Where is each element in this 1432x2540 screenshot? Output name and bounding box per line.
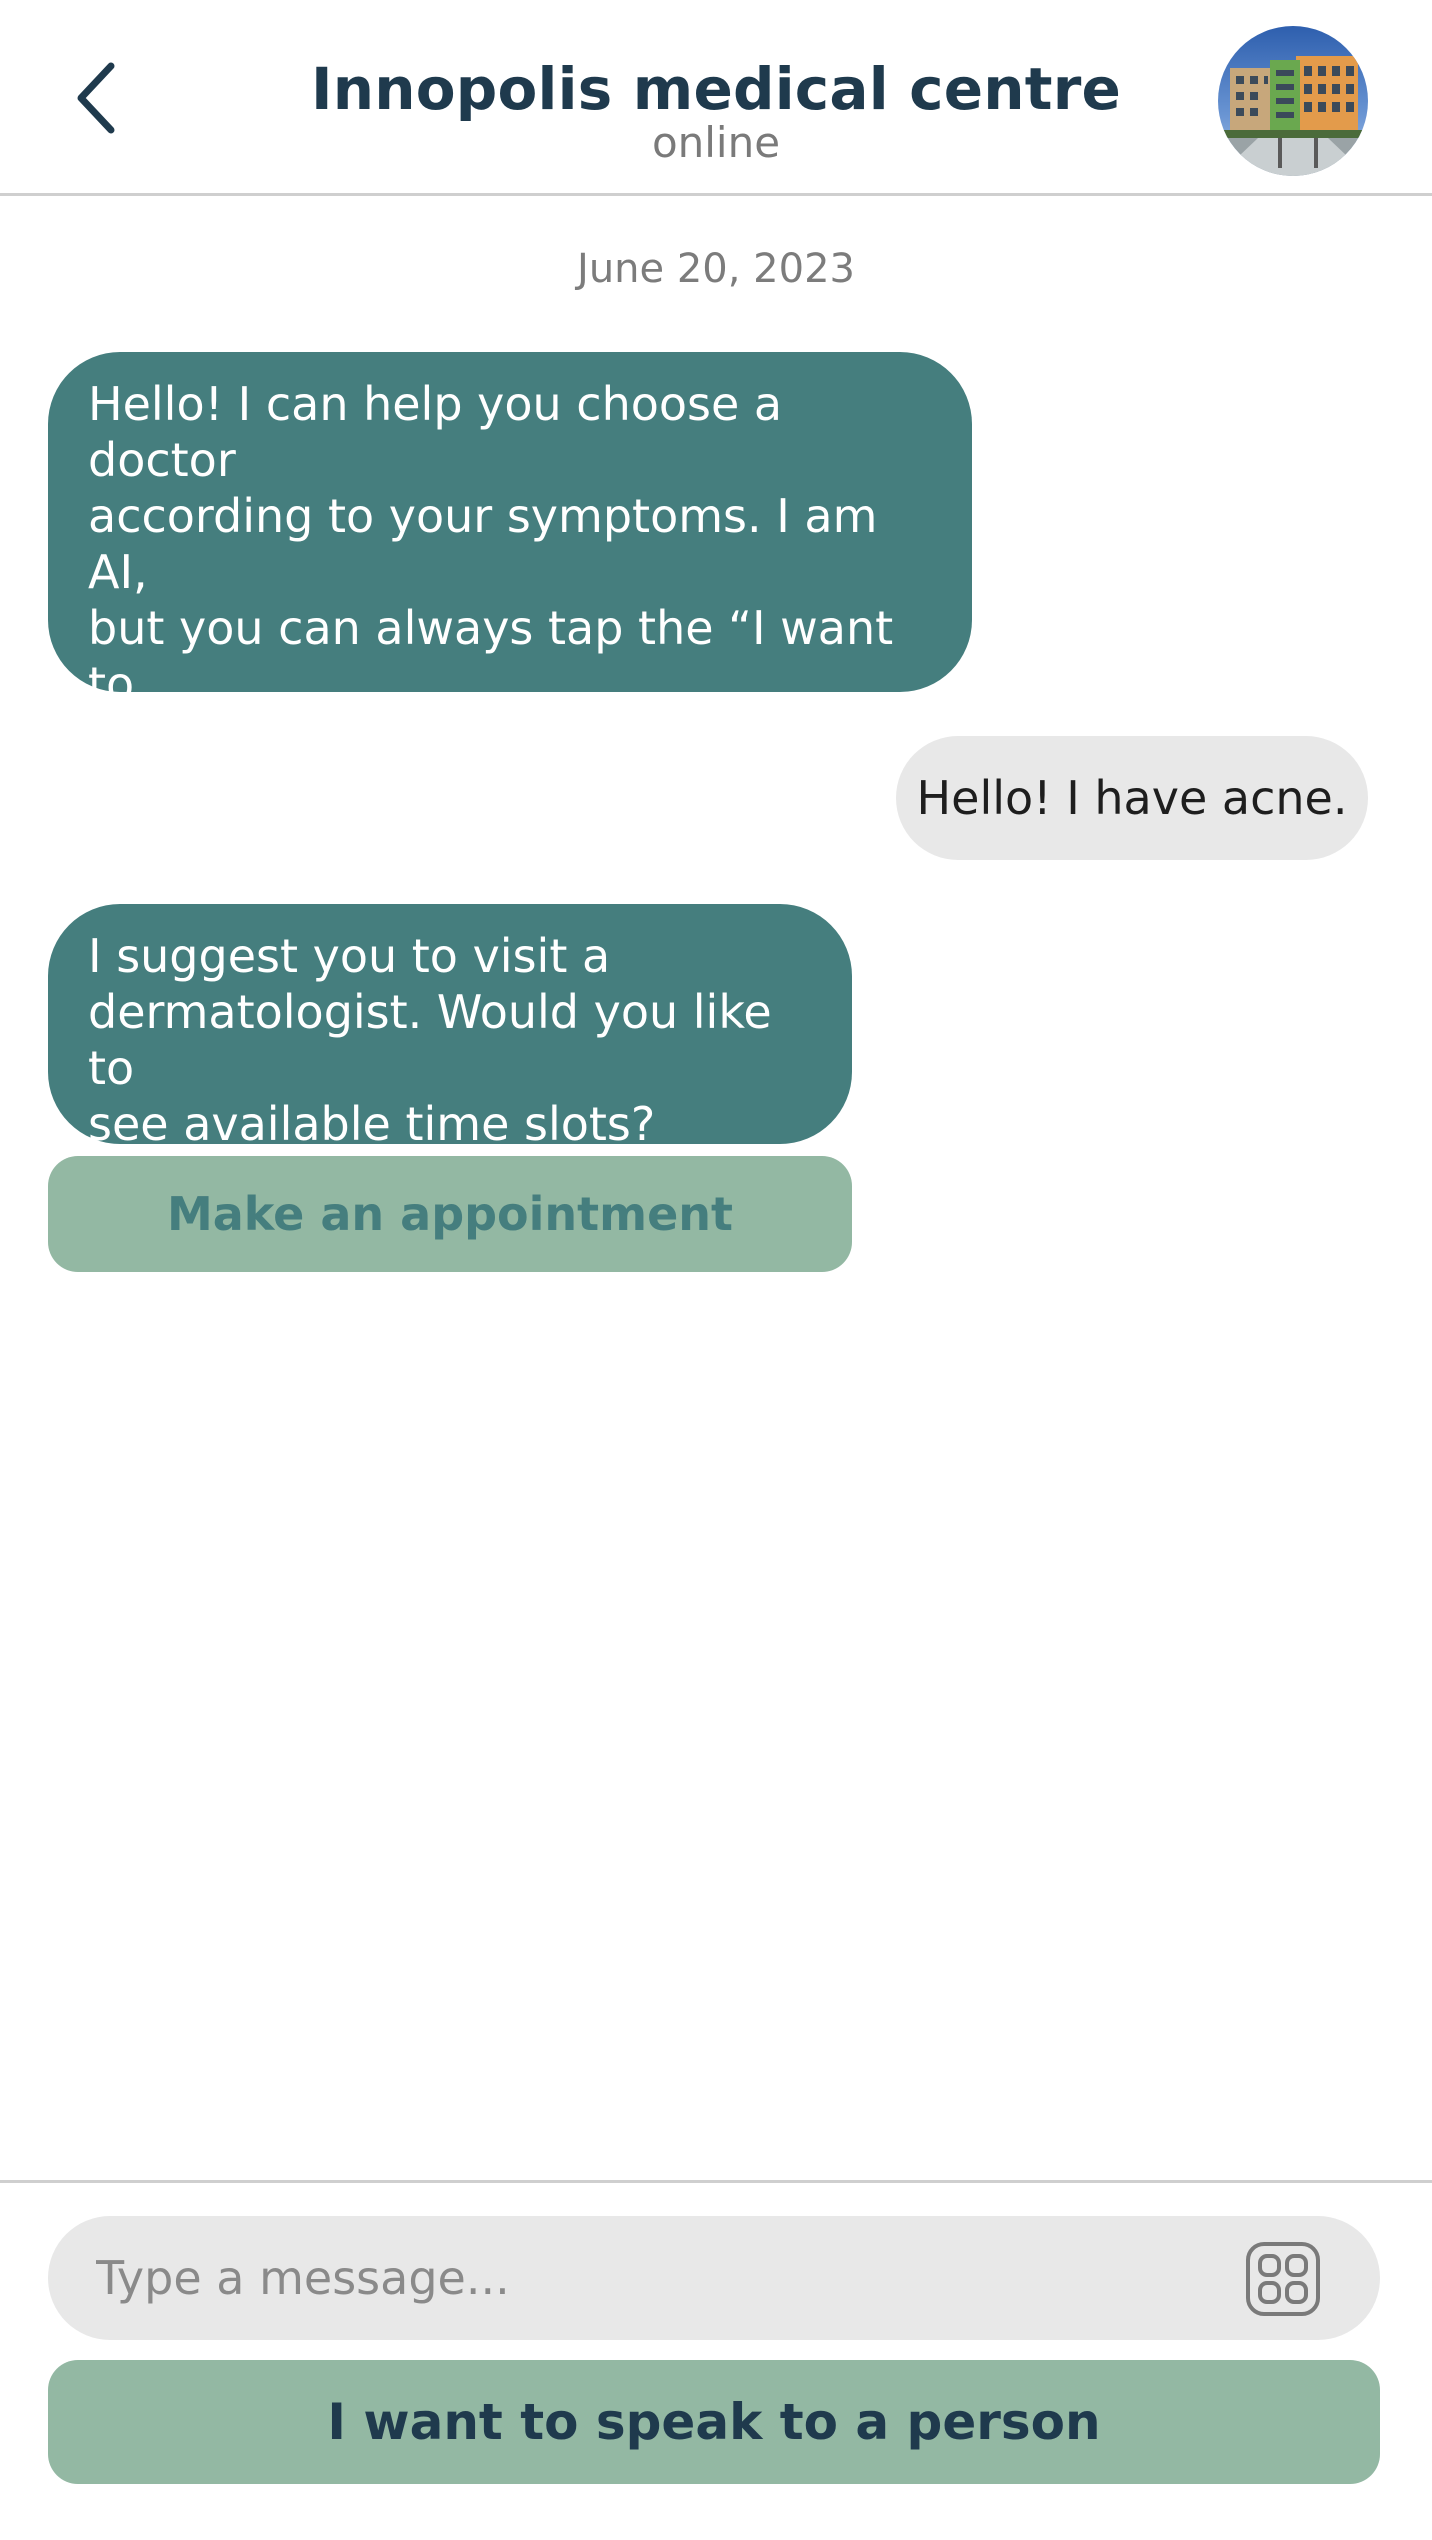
bot-message-bubble: Hello! I can help you choose a doctor ac…	[48, 352, 972, 823]
speak-to-person-button[interactable]: I want to speak to a person	[48, 2360, 1380, 2484]
building-photo	[1218, 26, 1368, 176]
user-message-bubble: Hello! I have acne.	[896, 736, 1368, 860]
message-input[interactable]	[96, 2216, 1196, 2340]
composer-divider	[0, 2180, 1432, 2183]
apps-grid-icon[interactable]	[1246, 2242, 1320, 2316]
message-composer	[48, 2216, 1380, 2340]
online-status: online	[651, 118, 781, 167]
chat-title: Innopolis medical centre	[310, 55, 1122, 123]
chat-header: Innopolis medical centre online	[0, 0, 1432, 196]
make-appointment-button[interactable]: Make an appointment	[48, 1156, 852, 1272]
clinic-avatar[interactable]	[1218, 26, 1368, 176]
chat-date: June 20, 2023	[577, 246, 855, 292]
bot-message-bubble: I suggest you to visit a dermatologist. …	[48, 904, 852, 1151]
